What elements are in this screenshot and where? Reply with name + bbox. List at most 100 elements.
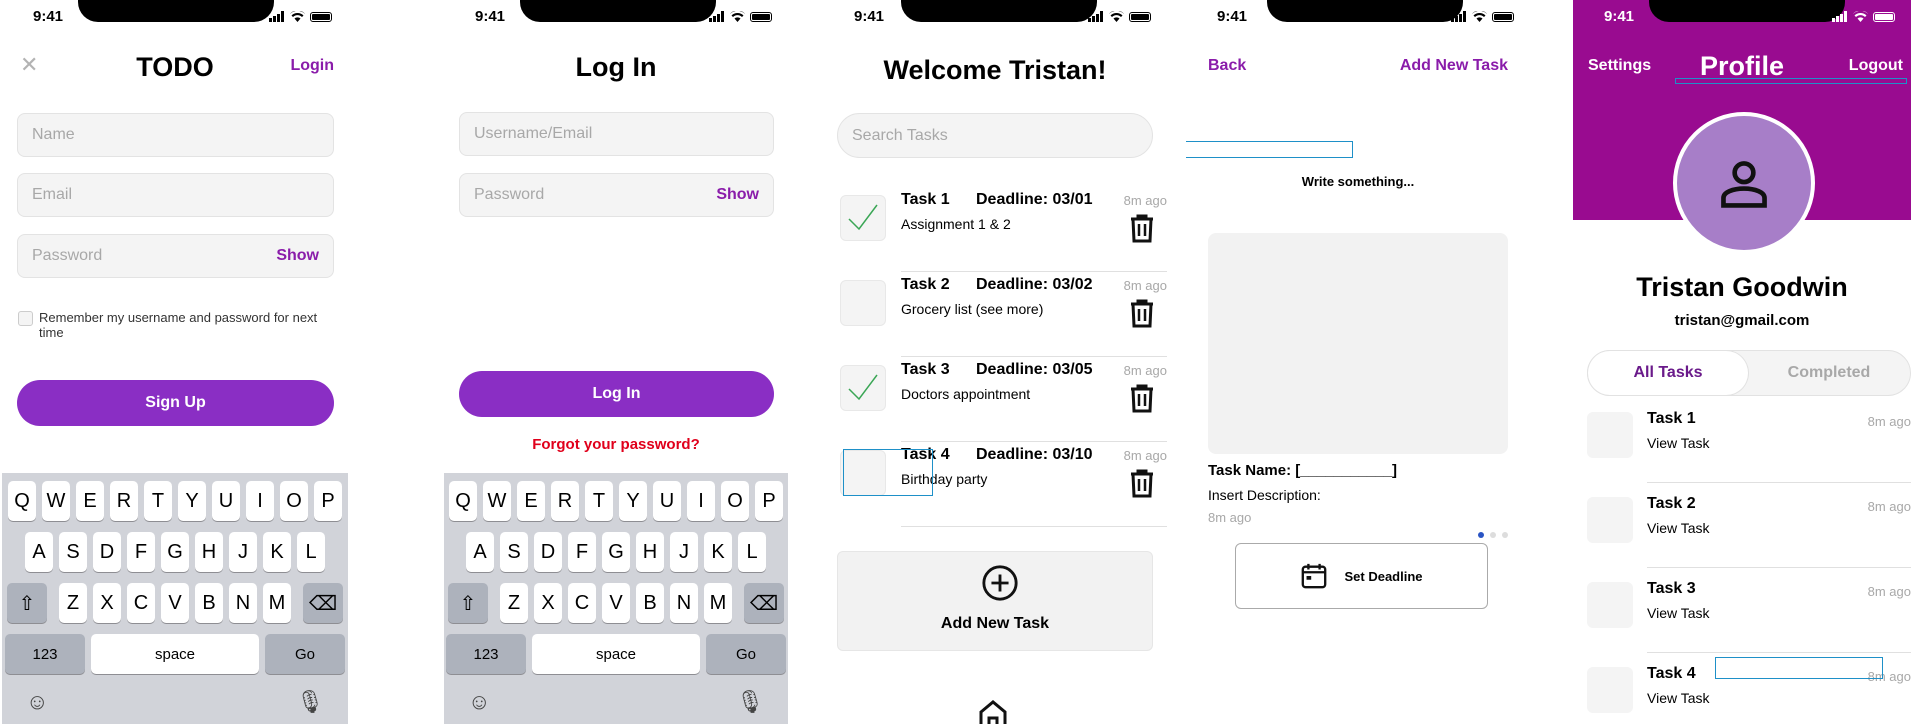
key-c[interactable]: C [127,583,155,623]
password-field[interactable]: Password Show [17,234,334,278]
emoji-icon[interactable]: ☺ [26,689,48,715]
logout-link[interactable]: Logout [1849,57,1903,75]
key-e[interactable]: E [76,481,104,521]
shift-key-icon[interactable]: ⇧ [7,583,47,623]
key-d[interactable]: D [93,532,121,572]
key-w[interactable]: W [42,481,70,521]
key-y[interactable]: Y [619,481,647,521]
set-deadline-button[interactable]: Set Deadline [1235,543,1488,609]
remember-checkbox[interactable] [18,311,33,326]
task-checkbox[interactable] [840,280,886,326]
go-key[interactable]: Go [265,634,345,674]
key-n[interactable]: N [670,583,698,623]
key-f[interactable]: F [127,532,155,572]
list-item[interactable]: Task 2 View Task 8m ago [1587,495,1911,582]
key-v[interactable]: V [602,583,630,623]
key-t[interactable]: T [144,481,172,521]
login-link[interactable]: Login [290,57,334,75]
view-task-link[interactable]: View Task [1647,435,1710,451]
key-u[interactable]: U [653,481,681,521]
insert-description-label[interactable]: Insert Description: [1208,487,1321,503]
key-j[interactable]: J [229,532,257,572]
email-field[interactable]: Email [17,173,334,217]
key-g[interactable]: G [161,532,189,572]
key-u[interactable]: U [212,481,240,521]
space-key[interactable]: space [532,634,700,674]
write-something-placeholder[interactable]: Write something... [1186,174,1530,189]
username-field[interactable]: Username/Email [459,112,774,156]
key-r[interactable]: R [110,481,138,521]
key-w[interactable]: W [483,481,511,521]
tab-completed[interactable]: Completed [1748,351,1910,395]
list-item[interactable]: Task 1 View Task 8m ago [1587,410,1911,497]
key-x[interactable]: X [534,583,562,623]
search-input[interactable]: Search Tasks [837,113,1153,158]
key-s[interactable]: S [59,532,87,572]
show-password-button[interactable]: Show [276,247,319,265]
key-d[interactable]: D [534,532,562,572]
key-z[interactable]: Z [500,583,528,623]
space-key[interactable]: space [91,634,259,674]
numbers-key[interactable]: 123 [5,634,85,674]
key-q[interactable]: Q [449,481,477,521]
title-input-box[interactable] [1186,141,1353,158]
key-l[interactable]: L [738,532,766,572]
delete-key-icon[interactable]: ⌫ [303,583,343,623]
back-link[interactable]: Back [1208,57,1246,75]
go-key[interactable]: Go [706,634,786,674]
key-z[interactable]: Z [59,583,87,623]
add-new-task-link[interactable]: Add New Task [1400,57,1508,75]
trash-icon[interactable] [1128,468,1156,498]
key-x[interactable]: X [93,583,121,623]
key-t[interactable]: T [585,481,613,521]
task-row[interactable]: Task 1 Deadline: 03/01 8m ago Assignment… [837,187,1167,272]
key-b[interactable]: B [195,583,223,623]
key-h[interactable]: H [195,532,223,572]
key-p[interactable]: P [314,481,342,521]
password-field[interactable]: Password Show [459,173,774,217]
numbers-key[interactable]: 123 [446,634,526,674]
key-o[interactable]: O [280,481,308,521]
log-in-button[interactable]: Log In [459,371,774,417]
key-a[interactable]: A [25,532,53,572]
key-i[interactable]: I [246,481,274,521]
key-k[interactable]: K [263,532,291,572]
trash-icon[interactable] [1128,213,1156,243]
key-i[interactable]: I [687,481,715,521]
key-n[interactable]: N [229,583,257,623]
key-l[interactable]: L [297,532,325,572]
key-g[interactable]: G [602,532,630,572]
view-task-link[interactable]: View Task [1647,690,1710,706]
trash-icon[interactable] [1128,298,1156,328]
microphone-icon[interactable]: 🎙 [736,689,764,715]
key-m[interactable]: M [263,583,291,623]
delete-key-icon[interactable]: ⌫ [744,583,784,623]
key-c[interactable]: C [568,583,596,623]
list-item[interactable]: Task 3 View Task 8m ago [1587,580,1911,667]
view-task-link[interactable]: View Task [1647,520,1710,536]
key-e[interactable]: E [517,481,545,521]
key-a[interactable]: A [466,532,494,572]
shift-key-icon[interactable]: ⇧ [448,583,488,623]
key-h[interactable]: H [636,532,664,572]
key-v[interactable]: V [161,583,189,623]
task-row[interactable]: Task 3 Deadline: 03/05 8m ago Doctors ap… [837,357,1167,442]
key-k[interactable]: K [704,532,732,572]
add-new-task-button[interactable]: Add New Task [837,551,1153,651]
key-b[interactable]: B [636,583,664,623]
show-password-button[interactable]: Show [716,186,759,204]
key-s[interactable]: S [500,532,528,572]
emoji-icon[interactable]: ☺ [468,689,490,715]
key-f[interactable]: F [568,532,596,572]
key-p[interactable]: P [755,481,783,521]
trash-icon[interactable] [1128,383,1156,413]
forgot-password-link[interactable]: Forgot your password? [444,436,788,453]
key-r[interactable]: R [551,481,579,521]
tab-all-tasks[interactable]: All Tasks [1588,351,1748,395]
task-name-label[interactable]: Task Name: [___________] [1208,462,1397,479]
microphone-icon[interactable]: 🎙 [296,689,324,715]
task-row[interactable]: Task 2 Deadline: 03/02 8m ago Grocery li… [837,272,1167,357]
avatar[interactable] [1673,112,1815,254]
sign-up-button[interactable]: Sign Up [17,380,334,426]
name-field[interactable]: Name [17,113,334,157]
